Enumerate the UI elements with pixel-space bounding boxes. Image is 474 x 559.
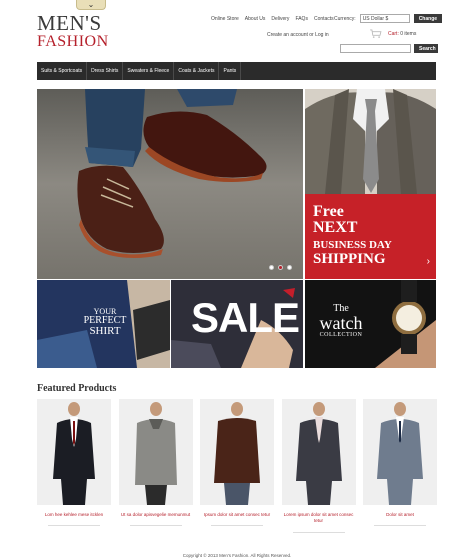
product-image[interactable] [281,399,356,505]
cart-summary[interactable]: Cart: 0 items [369,29,416,38]
product-model-illustration [37,399,111,505]
nav-item-coats[interactable]: Coats & Jackets [174,62,220,80]
nav-item-pants[interactable]: Pants [219,62,242,80]
product-card[interactable]: Dolor sit amet [363,399,437,533]
top-link-online-store[interactable]: Online Store [211,16,239,22]
product-model-illustration [281,399,356,505]
product-name[interactable]: Ipsum dolor sit amet consec tetur [200,512,274,517]
featured-products-list: Lom hee kehlee mese itcklen Ut sa dolor … [37,399,437,533]
product-divider [292,531,345,533]
product-card[interactable]: Lorem ipsum dolor sit amet consec tetur [281,399,356,533]
product-divider [374,525,426,526]
top-link-delivery[interactable]: Delivery [271,16,289,22]
shoes-illustration [37,89,303,279]
slider-dot-2[interactable] [278,265,283,270]
product-model-illustration [200,399,274,505]
product-name[interactable]: Dolor sit amet [363,512,437,517]
hero-slide-image[interactable] [37,89,303,279]
suit-promo-image[interactable] [305,89,436,194]
footer-copyright: Copyright © 2013 Men's Fashion. All Righ… [182,553,292,558]
cart-label: Cart: [388,30,399,37]
top-link-about-us[interactable]: About Us [245,16,266,22]
product-image[interactable] [363,399,437,505]
site-logo[interactable]: MEN'S FASHION [37,11,137,51]
nav-item-dress-shirts[interactable]: Dress Shirts [87,62,124,80]
logo-line-2: FASHION [37,33,109,50]
chevron-down-icon: ⌄ [87,0,95,9]
free-line-3: BUSINESS DAY [313,239,392,251]
header-toggle-tab[interactable]: ⌄ [76,0,106,10]
product-image[interactable] [200,399,274,505]
product-image[interactable] [118,399,193,505]
currency-label: Currency: [334,15,356,22]
cart-icon [370,29,382,38]
free-line-4: SHIPPING [313,251,386,267]
logo-line-1: MEN'S [37,11,102,35]
tile-perfect-shirt[interactable]: YOUR PERFECT SHIRT [37,280,170,368]
next-slide-arrow-icon[interactable]: › [427,256,430,267]
account-links[interactable]: Create an account or Log in [267,32,329,38]
product-divider [211,525,263,526]
main-nav: Suits & Sportcoats Dress Shirts Sweaters… [37,62,436,80]
featured-products-heading: Featured Products [37,383,117,394]
nav-item-suits[interactable]: Suits & Sportcoats [37,62,88,80]
product-model-illustration [118,399,193,505]
watch-line-2: watch [319,313,363,333]
slider-dot-3[interactable] [287,265,292,270]
sale-text: SALE [191,294,300,341]
currency-selector: Currency: US Dollar $ Change [334,14,443,23]
free-shipping-banner[interactable]: Free NEXT BUSINESS DAY SHIPPING › [305,194,436,279]
search-form: Search [340,44,438,53]
shirt-line-3: SHIRT [89,325,121,337]
product-divider [129,525,182,526]
currency-select[interactable]: US Dollar $ [359,14,410,23]
product-image[interactable] [37,399,111,505]
product-card[interactable]: Ipsum dolor sit amet consec tetur [200,399,274,533]
product-card[interactable]: Ut sa dolor apisvegelie memunmut [118,399,193,533]
nav-item-sweaters[interactable]: Sweaters & Fleece [123,62,175,80]
search-input[interactable] [340,44,411,53]
product-name[interactable]: Lom hee kehlee mese itcklen [37,512,111,517]
product-model-illustration [363,399,437,505]
product-divider [48,525,100,526]
tile-watch-collection[interactable]: The watch COLLECTION [305,280,436,368]
change-currency-button[interactable]: Change [413,14,443,23]
tile-sale[interactable]: SALE [171,280,303,368]
product-card[interactable]: Lom hee kehlee mese itcklen [37,399,111,533]
free-line-1: Free [313,203,344,220]
watch-line-3: COLLECTION [319,332,363,338]
top-link-faqs[interactable]: FAQs [295,16,308,22]
suit-illustration [305,89,436,194]
search-button[interactable]: Search [414,44,438,53]
free-line-2: NEXT [313,219,358,236]
top-links: Online Store About Us Delivery FAQs Cont… [211,16,334,22]
product-name[interactable]: Lorem ipsum dolor sit amet consec tetur [282,512,356,524]
slider-dot-1[interactable] [269,265,274,270]
cart-count: 0 items [400,30,417,37]
product-name[interactable]: Ut sa dolor apisvegelie memunmut [119,512,193,517]
top-link-contacts[interactable]: Contacts [314,16,334,22]
slider-pagination [269,265,292,270]
